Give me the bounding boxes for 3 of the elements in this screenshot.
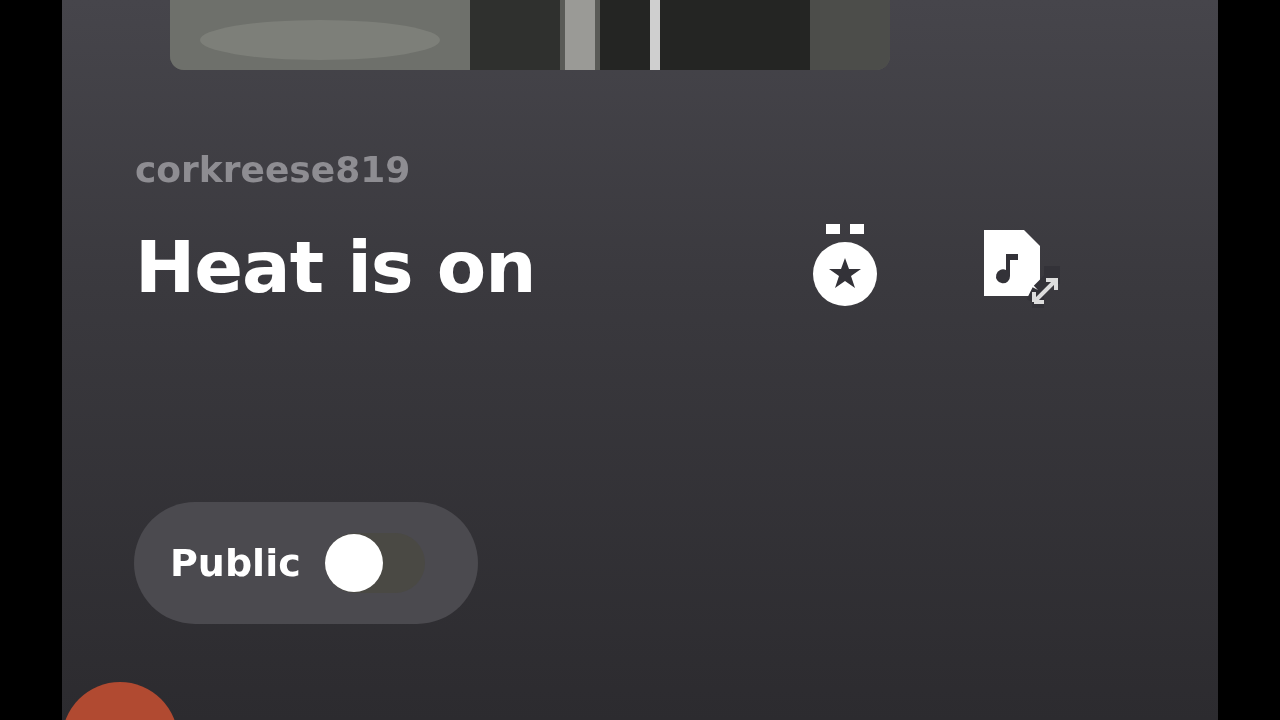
username: corkreese819 <box>135 148 412 192</box>
visibility-label: Public <box>170 539 301 587</box>
track-title: Heat is on <box>135 224 536 311</box>
